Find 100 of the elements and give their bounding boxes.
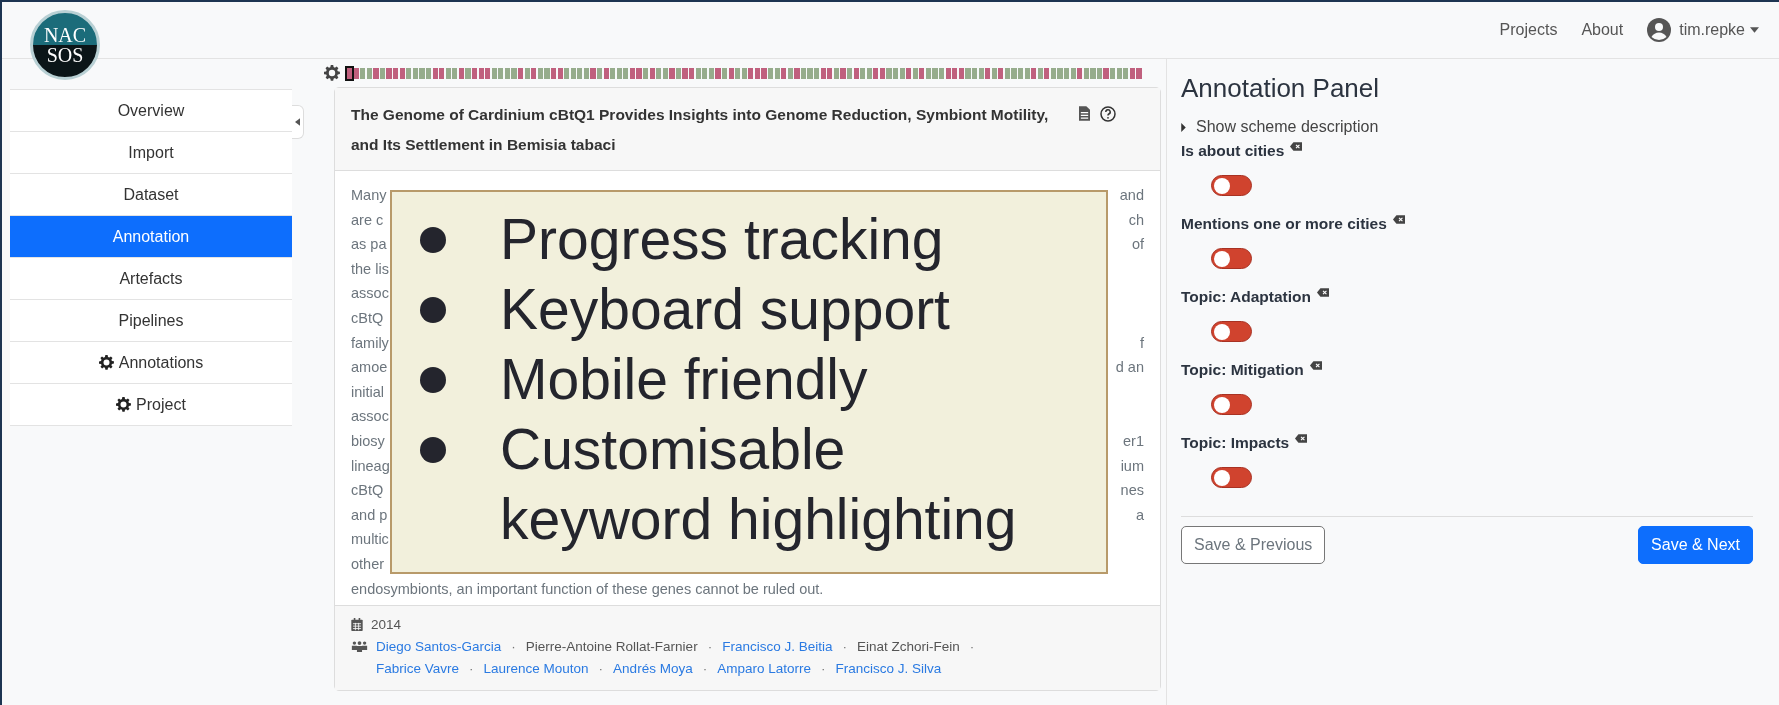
progress-cell[interactable]	[366, 67, 372, 79]
caret-icon[interactable]	[1181, 122, 1186, 132]
progress-cell[interactable]	[406, 67, 412, 79]
sidebar-item[interactable]: Artefacts	[10, 257, 292, 299]
progress-cell[interactable]	[531, 67, 537, 79]
progress-cell[interactable]	[491, 67, 497, 79]
progress-cell[interactable]	[550, 67, 557, 79]
nav-link[interactable]: About	[1581, 21, 1624, 39]
user-menu[interactable]: tim.repke	[1679, 21, 1759, 39]
progress-cell[interactable]	[603, 67, 609, 79]
progress-cell[interactable]	[978, 67, 984, 79]
progress-cell[interactable]	[636, 67, 642, 79]
sidebar-item[interactable]: Project	[10, 383, 292, 425]
progress-cell[interactable]	[912, 67, 918, 79]
progress-cell[interactable]	[1077, 67, 1083, 79]
progress-cell[interactable]	[518, 67, 524, 79]
progress-cell[interactable]	[965, 67, 971, 79]
save-previous-button[interactable]: Save & Previous	[1181, 526, 1326, 564]
progress-cell[interactable]	[1037, 67, 1043, 79]
progress-cell[interactable]	[1090, 67, 1096, 79]
sidebar-item[interactable]: Pipelines	[10, 299, 292, 341]
progress-cell[interactable]	[425, 67, 432, 79]
progress-cell[interactable]	[971, 67, 978, 79]
progress-cell[interactable]	[1064, 67, 1070, 79]
help-icon[interactable]	[1100, 106, 1116, 122]
progress-cell[interactable]	[1057, 67, 1063, 79]
progress-cell[interactable]	[1110, 67, 1116, 79]
progress-cell[interactable]	[1083, 67, 1089, 79]
progress-cell[interactable]	[485, 67, 491, 79]
progress-cell[interactable]	[820, 67, 826, 79]
clear-icon[interactable]	[1290, 142, 1303, 151]
progress-cell[interactable]	[1123, 67, 1129, 79]
progress-cell[interactable]	[386, 67, 392, 79]
toggle-switch[interactable]	[1211, 175, 1252, 196]
author-link[interactable]: Fabrice Vavre	[376, 658, 460, 681]
progress-cell[interactable]	[794, 67, 800, 79]
clear-icon[interactable]	[1392, 215, 1405, 224]
progress-cell[interactable]	[564, 67, 570, 79]
progress-cell[interactable]	[643, 67, 649, 79]
progress-cell[interactable]	[998, 67, 1004, 79]
progress-cell[interactable]	[537, 67, 543, 79]
progress-cell[interactable]	[596, 67, 603, 79]
settings-icon[interactable]	[324, 65, 340, 81]
progress-cell[interactable]	[1004, 67, 1010, 79]
toggle-switch[interactable]	[1211, 321, 1252, 342]
progress-cell[interactable]	[787, 67, 793, 79]
progress-cell[interactable]	[662, 67, 668, 79]
gear-icon[interactable]	[116, 397, 132, 412]
progress-cell[interactable]	[669, 67, 675, 79]
sidebar-item[interactable]: Overview	[10, 89, 292, 131]
progress-cell[interactable]	[846, 67, 853, 79]
progress-cell[interactable]	[932, 67, 938, 79]
progress-cell[interactable]	[893, 67, 899, 79]
gear-icon[interactable]	[98, 355, 114, 370]
progress-cell[interactable]	[629, 67, 636, 79]
progress-cell[interactable]	[610, 67, 616, 79]
progress-cell[interactable]	[557, 67, 563, 79]
progress-cell[interactable]	[347, 67, 353, 79]
progress-cell[interactable]	[840, 67, 846, 79]
clear-icon[interactable]	[1309, 361, 1322, 370]
progress-cell[interactable]	[708, 67, 714, 79]
progress-cell[interactable]	[1129, 67, 1135, 79]
progress-cell[interactable]	[1050, 67, 1057, 79]
progress-cell[interactable]	[419, 67, 425, 79]
author-link[interactable]: Andrés Moya	[613, 658, 693, 681]
progress-cell[interactable]	[445, 67, 451, 79]
progress-cell[interactable]	[1116, 67, 1122, 79]
progress-cell[interactable]	[393, 67, 399, 79]
progress-cell[interactable]	[570, 67, 576, 79]
progress-cell[interactable]	[353, 67, 359, 79]
progress-cell[interactable]	[939, 67, 945, 79]
progress-cell[interactable]	[682, 67, 688, 79]
progress-cell[interactable]	[774, 67, 780, 79]
author-link[interactable]: Amparo Latorre	[717, 658, 811, 681]
progress-cell[interactable]	[439, 67, 445, 79]
progress-cell[interactable]	[768, 67, 774, 79]
progress-cell[interactable]	[715, 67, 721, 79]
progress-cell[interactable]	[866, 67, 872, 79]
progress-cell[interactable]	[472, 67, 478, 79]
sidebar-item[interactable]: Import	[10, 131, 292, 173]
progress-cell[interactable]	[1044, 67, 1050, 79]
progress-cell[interactable]	[1017, 67, 1024, 79]
progress-cell[interactable]	[478, 67, 484, 79]
progress-cell[interactable]	[452, 67, 458, 79]
progress-cell[interactable]	[702, 67, 708, 79]
progress-cell[interactable]	[827, 67, 833, 79]
progress-cell[interactable]	[1136, 67, 1142, 79]
progress-cell[interactable]	[695, 67, 701, 79]
progress-cell[interactable]	[886, 67, 892, 79]
progress-cell[interactable]	[1031, 67, 1037, 79]
progress-cell[interactable]	[873, 67, 879, 79]
progress-cell[interactable]	[728, 67, 734, 79]
progress-cell[interactable]	[399, 67, 405, 79]
progress-cell[interactable]	[689, 67, 695, 79]
progress-cell[interactable]	[623, 67, 629, 79]
progress-cell[interactable]	[458, 67, 464, 79]
progress-cell[interactable]	[544, 67, 550, 79]
progress-cell[interactable]	[807, 67, 813, 79]
document-icon[interactable]	[1079, 106, 1090, 121]
progress-cell[interactable]	[814, 67, 820, 79]
